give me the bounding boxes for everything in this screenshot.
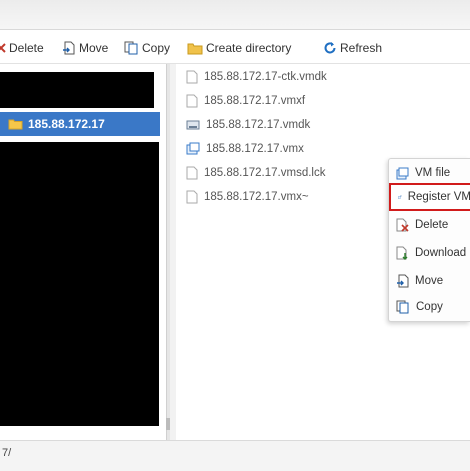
download-icon: [396, 246, 408, 260]
menu-item-label: Download: [415, 247, 467, 259]
disk-icon: [186, 120, 200, 130]
file-name: 185.88.172.17.vmdk: [206, 119, 311, 131]
copy-icon: [124, 41, 138, 55]
move-label: Move: [79, 41, 109, 55]
refresh-button[interactable]: Refresh: [323, 39, 382, 57]
menu-item-delete[interactable]: Delete: [389, 213, 470, 237]
menu-item-label: Move: [415, 275, 444, 287]
context-menu: VM file Register VM Delete Download Move…: [388, 158, 470, 322]
file-icon: [186, 70, 198, 84]
delete-icon: [0, 43, 6, 53]
list-item[interactable]: 185.88.172.17.vmx: [186, 140, 304, 158]
file-icon: [186, 166, 198, 180]
file-icon: [186, 94, 198, 108]
list-item[interactable]: 185.88.172.17.vmdk: [186, 116, 310, 134]
status-path: 7/: [2, 447, 12, 459]
create-directory-label: Create directory: [206, 41, 292, 55]
folder-icon: [187, 43, 203, 54]
menu-item-copy[interactable]: Copy: [389, 295, 470, 319]
move-button[interactable]: Move: [62, 39, 108, 57]
file-name: 185.88.172.17-ctk.vmdk: [204, 71, 327, 83]
refresh-label: Refresh: [340, 41, 383, 55]
file-icon: [186, 190, 198, 204]
folder-icon: [8, 119, 23, 130]
menu-item-move[interactable]: Move: [389, 269, 470, 293]
delete-icon: [396, 218, 409, 232]
delete-button[interactable]: Delete: [0, 39, 44, 57]
refresh-icon: [324, 42, 336, 54]
status-bar: 7/: [0, 440, 470, 471]
register-icon: [398, 195, 402, 199]
menu-item-label: Delete: [415, 219, 449, 231]
file-name: 185.88.172.17.vmx~: [204, 191, 309, 203]
tree-item-selected[interactable]: 185.88.172.17: [0, 112, 160, 136]
title-strip: [0, 0, 470, 30]
copy-label: Copy: [142, 41, 171, 55]
create-directory-button[interactable]: Create directory: [187, 39, 291, 57]
datastore-browser-window: Delete Move Copy Create directory Refres…: [0, 0, 470, 471]
list-item[interactable]: 185.88.172.17.vmsd.lck: [186, 164, 325, 182]
pane-splitter[interactable]: [166, 64, 170, 440]
list-item[interactable]: 185.88.172.17-ctk.vmdk: [186, 68, 327, 86]
menu-item-label: Register VM: [407, 191, 470, 203]
file-name: 185.88.172.17.vmx: [206, 143, 304, 155]
list-item[interactable]: 185.88.172.17.vmx~: [186, 188, 309, 206]
move-icon: [397, 274, 409, 288]
scrollbar-thumb[interactable]: [166, 418, 170, 430]
menu-item-label: Copy: [416, 301, 443, 313]
file-name: 185.88.172.17.vmxf: [204, 95, 306, 107]
vm-icon: [186, 142, 200, 155]
file-name: 185.88.172.17.vmsd.lck: [204, 167, 326, 179]
redacted-block: [0, 142, 159, 426]
menu-item-register-vm[interactable]: Register VM: [389, 183, 470, 211]
redacted-block: [0, 72, 154, 108]
delete-label: Delete: [9, 41, 44, 55]
menu-item-vm-file[interactable]: VM file: [389, 161, 470, 185]
vm-icon: [396, 167, 409, 179]
toolbar: Delete Move Copy Create directory Refres…: [0, 30, 470, 64]
tree-item-label: 185.88.172.17: [28, 117, 105, 131]
move-icon: [63, 41, 75, 55]
list-item[interactable]: 185.88.172.17.vmxf: [186, 92, 305, 110]
folder-tree-pane[interactable]: 185.88.172.17: [0, 64, 166, 440]
copy-icon: [396, 300, 409, 314]
menu-item-label: VM file: [415, 167, 451, 179]
menu-item-download[interactable]: Download: [389, 241, 470, 265]
copy-button[interactable]: Copy: [124, 39, 170, 57]
